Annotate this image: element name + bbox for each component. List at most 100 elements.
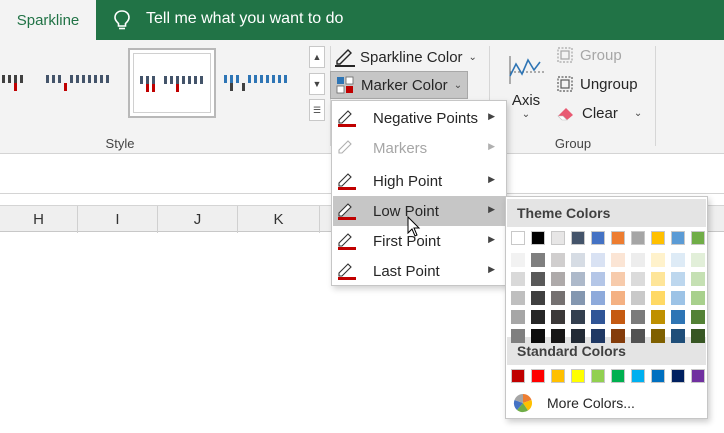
theme-shade-swatch[interactable] (591, 272, 605, 286)
gallery-scroll-up-button[interactable]: ▲ (309, 46, 325, 68)
theme-shade-swatch[interactable] (651, 272, 665, 286)
standard-color-swatch[interactable] (511, 369, 525, 383)
theme-shade-swatch[interactable] (671, 291, 685, 305)
theme-color-swatch[interactable] (511, 231, 525, 245)
theme-shade-swatch[interactable] (671, 310, 685, 324)
standard-color-swatch[interactable] (571, 369, 585, 383)
theme-color-swatch[interactable] (611, 231, 625, 245)
standard-color-swatch[interactable] (631, 369, 645, 383)
theme-color-swatch[interactable] (571, 231, 585, 245)
theme-shade-swatch[interactable] (511, 329, 525, 343)
theme-shade-swatch[interactable] (691, 272, 705, 286)
theme-color-swatch[interactable] (651, 231, 665, 245)
theme-shade-swatch[interactable] (511, 253, 525, 267)
lightbulb-icon[interactable] (112, 9, 132, 31)
theme-shade-swatch[interactable] (571, 253, 585, 267)
theme-color-swatch[interactable] (551, 231, 565, 245)
axis-label: Axis (511, 92, 541, 109)
theme-shade-swatch[interactable] (571, 291, 585, 305)
marker-color-button[interactable]: Marker Color ⌄ (330, 71, 468, 99)
theme-shade-swatch[interactable] (511, 272, 525, 286)
theme-shade-swatch[interactable] (571, 272, 585, 286)
column-header[interactable]: K (238, 206, 320, 233)
menu-item-last-point[interactable]: Last Point ▶ (333, 256, 505, 286)
theme-shade-swatch[interactable] (531, 329, 545, 343)
theme-shade-swatch[interactable] (651, 329, 665, 343)
theme-shade-swatch[interactable] (531, 291, 545, 305)
standard-color-swatch[interactable] (611, 369, 625, 383)
theme-color-swatch[interactable] (691, 231, 705, 245)
menu-item-negative-points[interactable]: Negative Points ▶ (333, 103, 505, 133)
theme-shade-swatch[interactable] (671, 329, 685, 343)
sparkline-style-selected[interactable] (128, 48, 216, 118)
gallery-scroll-down-button[interactable]: ▼ (309, 73, 325, 95)
ungroup-icon (557, 76, 573, 92)
pencil-icon (338, 233, 356, 250)
theme-shade-swatch[interactable] (611, 310, 625, 324)
theme-shade-swatch[interactable] (591, 291, 605, 305)
theme-shade-swatch[interactable] (611, 272, 625, 286)
column-header[interactable]: J (158, 206, 238, 233)
sparkline-style-thumbnail[interactable] (220, 47, 308, 117)
theme-shade-swatch[interactable] (511, 291, 525, 305)
standard-color-swatch[interactable] (591, 369, 605, 383)
gallery-more-button[interactable]: ☰ (309, 99, 325, 121)
menu-item-label: High Point (373, 172, 443, 190)
standard-color-swatch[interactable] (671, 369, 685, 383)
theme-shade-swatch[interactable] (651, 310, 665, 324)
theme-shade-swatch[interactable] (631, 253, 645, 267)
standard-color-swatch[interactable] (651, 369, 665, 383)
theme-shade-swatch[interactable] (551, 329, 565, 343)
standard-color-swatch[interactable] (531, 369, 545, 383)
theme-shade-swatch[interactable] (591, 253, 605, 267)
theme-color-swatch[interactable] (631, 231, 645, 245)
theme-shade-swatch[interactable] (691, 310, 705, 324)
theme-shade-swatch[interactable] (611, 329, 625, 343)
ungroup-label: Ungroup (580, 75, 638, 93)
sparkline-color-button[interactable]: Sparkline Color ⌄ (334, 45, 477, 69)
more-colors-button[interactable]: More Colors... (507, 390, 706, 416)
theme-shade-swatch[interactable] (691, 291, 705, 305)
column-header[interactable]: H (0, 206, 78, 233)
theme-shade-swatch[interactable] (691, 253, 705, 267)
theme-shade-swatch[interactable] (551, 291, 565, 305)
standard-color-swatch[interactable] (551, 369, 565, 383)
theme-color-swatch[interactable] (531, 231, 545, 245)
theme-shade-swatch[interactable] (591, 329, 605, 343)
chevron-right-icon: ▶ (488, 204, 495, 214)
ungroup-button[interactable]: Ungroup (556, 75, 638, 93)
theme-color-swatch[interactable] (591, 231, 605, 245)
theme-shade-swatch[interactable] (571, 329, 585, 343)
theme-shade-swatch[interactable] (531, 272, 545, 286)
theme-color-swatch[interactable] (671, 231, 685, 245)
theme-shade-swatch[interactable] (671, 253, 685, 267)
theme-shade-swatch[interactable] (631, 310, 645, 324)
theme-shade-swatch[interactable] (511, 310, 525, 324)
standard-color-swatch[interactable] (691, 369, 705, 383)
theme-shade-swatch[interactable] (531, 253, 545, 267)
menu-item-high-point[interactable]: High Point ▶ (333, 166, 505, 196)
group-button[interactable]: Group (556, 46, 622, 64)
theme-shade-swatch[interactable] (551, 310, 565, 324)
axis-button[interactable]: Axis ⌄ (506, 52, 546, 128)
theme-shade-swatch[interactable] (571, 310, 585, 324)
theme-colors-heading: Theme Colors (507, 199, 706, 227)
column-header[interactable]: I (78, 206, 158, 233)
clear-button[interactable]: Clear ⌄ (556, 104, 642, 122)
tab-sparkline[interactable]: Sparkline (0, 0, 96, 40)
theme-shade-swatch[interactable] (671, 272, 685, 286)
theme-shade-swatch[interactable] (551, 272, 565, 286)
theme-shade-swatch[interactable] (651, 291, 665, 305)
theme-shade-swatch[interactable] (651, 253, 665, 267)
sparkline-style-thumbnail[interactable] (38, 47, 126, 117)
theme-shade-swatch[interactable] (631, 272, 645, 286)
tell-me-search[interactable]: Tell me what you want to do (146, 10, 343, 28)
theme-shade-swatch[interactable] (591, 310, 605, 324)
theme-shade-swatch[interactable] (611, 291, 625, 305)
theme-shade-swatch[interactable] (551, 253, 565, 267)
theme-shade-swatch[interactable] (631, 329, 645, 343)
theme-shade-swatch[interactable] (611, 253, 625, 267)
theme-shade-swatch[interactable] (631, 291, 645, 305)
theme-shade-swatch[interactable] (531, 310, 545, 324)
theme-shade-swatch[interactable] (691, 329, 705, 343)
